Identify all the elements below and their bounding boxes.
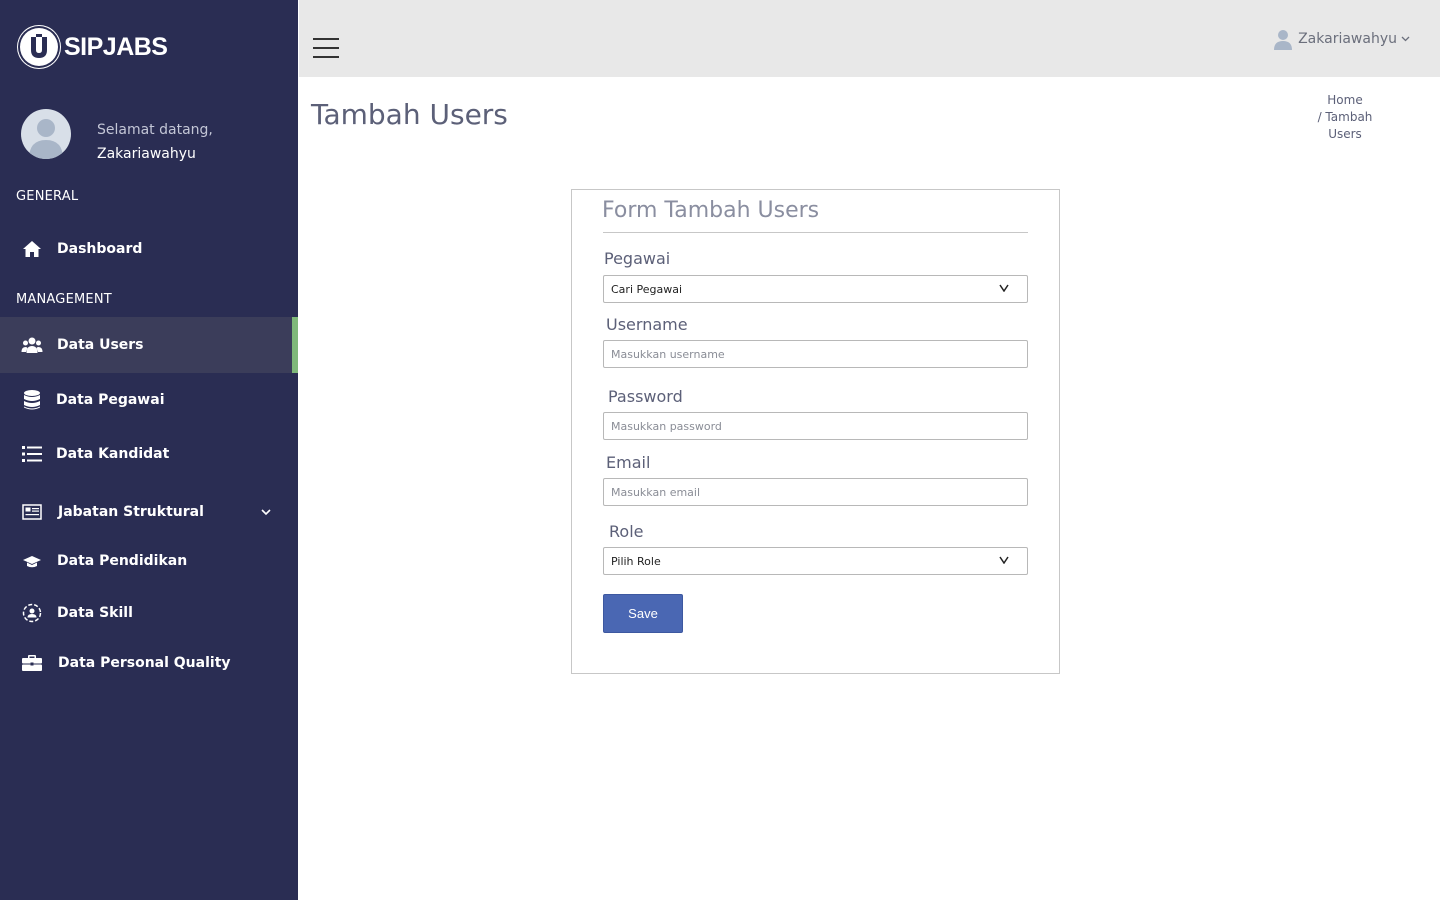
sidebar-item-dashboard[interactable]: Dashboard — [0, 221, 298, 277]
brand-logo-icon — [20, 28, 58, 66]
structure-icon — [21, 501, 43, 523]
password-input[interactable] — [603, 412, 1028, 440]
sidebar-item-label: Data Personal Quality — [58, 655, 231, 671]
section-management: MANAGEMENT — [16, 292, 112, 307]
sidebar-item-data-personal-quality[interactable]: Data Personal Quality — [0, 635, 298, 691]
avatar — [21, 109, 71, 159]
sidebar-item-label: Jabatan Struktural — [58, 504, 204, 520]
brand[interactable]: SIPJABS — [20, 28, 168, 66]
sidebar-item-data-pendidikan[interactable]: Data Pendidikan — [0, 533, 298, 589]
breadcrumb: Home / Tambah Users — [1310, 92, 1380, 143]
chevron-down-icon — [999, 553, 1009, 568]
graduation-cap-icon — [21, 550, 43, 572]
briefcase-icon — [21, 652, 43, 674]
list-icon — [21, 443, 43, 465]
breadcrumb-current: / Tambah Users — [1317, 110, 1373, 141]
role-select[interactable]: Pilih Role — [603, 547, 1028, 575]
role-select-value: Pilih Role — [611, 554, 661, 568]
sidebar-item-label: Data Pegawai — [56, 392, 165, 408]
user-menu[interactable]: Zakariawahyu — [1274, 28, 1410, 50]
pegawai-select-value: Cari Pegawai — [611, 282, 683, 296]
user-avatar-icon — [1274, 28, 1293, 50]
sidebar-item-data-skill[interactable]: Data Skill — [0, 585, 298, 641]
sidebar-item-label: Data Kandidat — [56, 446, 170, 462]
sidebar-username: Zakariawahyu — [97, 146, 196, 162]
add-user-form: Form Tambah Users Pegawai Cari Pegawai U… — [571, 189, 1060, 674]
sidebar-profile: Selamat datang, Zakariawahyu — [21, 109, 213, 166]
sidebar-item-label: Data Pendidikan — [57, 553, 188, 569]
password-label: Password — [608, 387, 683, 406]
role-label: Role — [609, 522, 644, 541]
brand-name: SIPJABS — [64, 32, 168, 61]
username-input[interactable] — [603, 340, 1028, 368]
sidebar-item-label: Data Skill — [57, 605, 133, 621]
page-title: Tambah Users — [311, 98, 508, 131]
email-label: Email — [606, 453, 651, 472]
breadcrumb-home[interactable]: Home — [1310, 92, 1380, 109]
form-divider — [603, 232, 1028, 233]
users-icon — [21, 334, 43, 356]
topbar: Zakariawahyu — [299, 0, 1440, 77]
hamburger-menu-icon[interactable] — [313, 38, 339, 58]
sidebar-item-data-users[interactable]: Data Users — [0, 317, 298, 373]
skill-icon — [21, 602, 43, 624]
chevron-down-icon[interactable] — [261, 504, 271, 520]
sidebar-item-data-pegawai[interactable]: Data Pegawai — [0, 372, 298, 428]
sidebar-item-jabatan-struktural[interactable]: Jabatan Struktural — [0, 484, 298, 540]
sidebar: SIPJABS Selamat datang, Zakariawahyu GEN… — [0, 0, 298, 900]
pegawai-label: Pegawai — [604, 249, 671, 268]
welcome-text: Selamat datang, — [97, 122, 213, 138]
sidebar-item-label: Data Users — [57, 337, 144, 353]
email-input[interactable] — [603, 478, 1028, 506]
home-icon — [21, 238, 43, 260]
section-general: GENERAL — [16, 189, 79, 204]
chevron-down-icon — [999, 281, 1009, 296]
sidebar-item-data-kandidat[interactable]: Data Kandidat — [0, 426, 298, 482]
sidebar-item-label: Dashboard — [57, 241, 143, 257]
topbar-username: Zakariawahyu — [1298, 31, 1397, 47]
form-title: Form Tambah Users — [602, 198, 820, 223]
chevron-down-icon — [1401, 34, 1410, 45]
username-label: Username — [606, 315, 688, 334]
pegawai-select[interactable]: Cari Pegawai — [603, 275, 1028, 303]
database-icon — [21, 389, 43, 411]
save-button[interactable]: Save — [603, 594, 683, 633]
